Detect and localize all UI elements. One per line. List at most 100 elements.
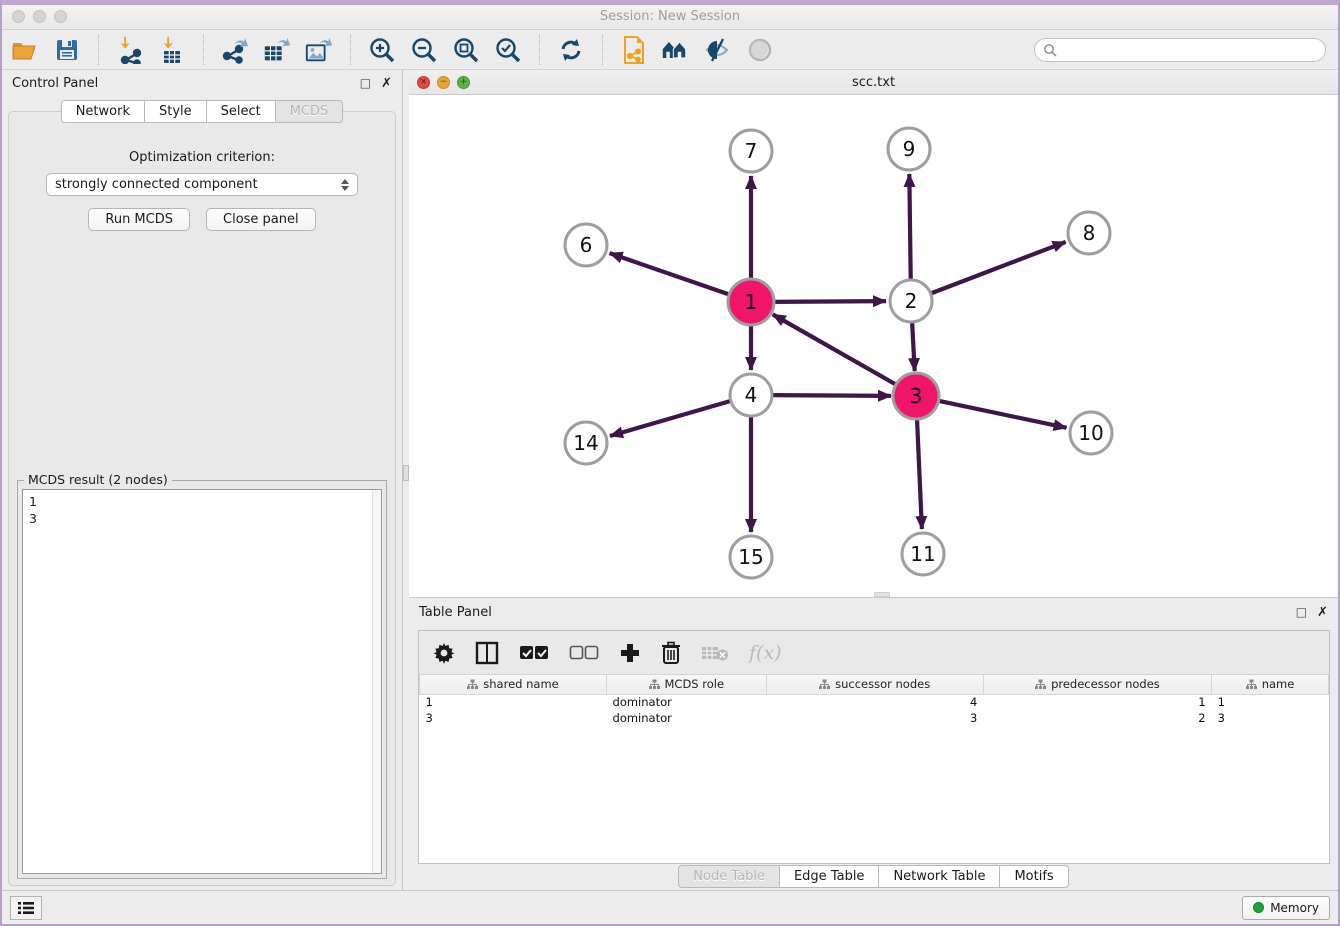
control-panel-title: Control Panel [12,76,360,91]
close-panel-icon[interactable]: ✗ [381,76,392,91]
table-tabs: Node TableEdge TableNetwork TableMotifs [409,865,1338,888]
network-canvas[interactable]: 7 9 6 8 1 2 4 3 14 10 15 11 [409,95,1338,597]
network-close-button[interactable]: × [417,76,430,89]
table-row[interactable]: 1dominator411 [420,694,1329,710]
node-14[interactable]: 14 [565,422,607,464]
edge-4-3[interactable] [771,395,891,396]
edge-2-3[interactable] [912,321,915,371]
table-cell[interactable]: 1 [420,694,607,710]
edge-1-6[interactable] [610,253,732,295]
application-window: Session: New Session [0,0,1340,926]
node-8[interactable]: 8 [1068,212,1110,254]
refresh-view-button[interactable] [556,35,586,65]
save-session-button[interactable] [52,35,82,65]
edge-3-1[interactable] [773,314,899,386]
toolbar-separator [98,35,99,65]
table-settings-button[interactable] [433,642,455,664]
tab-network-table[interactable]: Network Table [878,865,999,888]
panel-splitter[interactable] [402,70,409,892]
edge-4-14[interactable] [610,401,732,436]
import-table-button[interactable] [157,35,187,65]
hide-selected-button[interactable] [703,35,733,65]
result-scrollbar[interactable] [372,490,381,873]
node-10[interactable]: 10 [1070,412,1112,454]
export-table-button[interactable] [262,35,292,65]
control-panel-header: Control Panel □ ✗ [2,70,402,96]
zoom-selected-button[interactable] [493,35,523,65]
mcds-result-list[interactable]: 13 [22,489,382,874]
right-column: × − + scc.txt 7968124314101511 Table Pan… [409,70,1338,892]
search-input[interactable] [1063,43,1317,57]
import-network-button[interactable] [115,35,145,65]
show-all-button[interactable] [745,35,775,65]
optimization-criterion-label: Optimization criterion: [9,150,395,165]
node-3[interactable]: 3 [893,373,939,419]
new-network-from-selection-button[interactable] [619,35,649,65]
tab-mcds[interactable]: MCDS [275,100,344,123]
edge-1-2[interactable] [771,301,886,302]
table-cell[interactable]: dominator [607,710,767,726]
node-7[interactable]: 7 [730,130,772,172]
column-header-shared-name[interactable]: shared name [420,675,607,694]
table-cell[interactable]: 2 [983,710,1211,726]
table-cell[interactable]: 3 [766,710,983,726]
node-4[interactable]: 4 [730,374,772,416]
node-1[interactable]: 1 [728,279,774,325]
tab-motifs[interactable]: Motifs [999,865,1068,888]
table-panel-title: Table Panel [419,605,1296,620]
zoom-out-button[interactable] [409,35,439,65]
column-header-predecessor-nodes[interactable]: predecessor nodes [983,675,1211,694]
close-panel-button[interactable]: Close panel [206,208,316,231]
table-cell[interactable]: 1 [1212,694,1329,710]
column-layout-button[interactable] [475,641,499,665]
table-cell[interactable]: 4 [766,694,983,710]
fit-content-button[interactable] [451,35,481,65]
float-panel-icon[interactable]: □ [360,76,371,91]
network-minimize-button[interactable]: − [437,76,450,89]
node-label: 6 [580,233,593,257]
mcds-result-line: 1 [29,493,375,510]
close-table-panel-icon[interactable]: ✗ [1317,605,1328,620]
table-cell[interactable]: 3 [1212,710,1329,726]
node-11[interactable]: 11 [902,533,944,575]
network-maximize-button[interactable]: + [457,76,470,89]
node-15[interactable]: 15 [730,536,772,578]
zoom-in-button[interactable] [367,35,397,65]
tab-edge-table[interactable]: Edge Table [779,865,878,888]
tab-select[interactable]: Select [206,100,275,123]
run-mcds-button[interactable]: Run MCDS [88,208,190,231]
table-cell[interactable]: dominator [607,694,767,710]
tab-style[interactable]: Style [144,100,206,123]
tab-node-table[interactable]: Node Table [678,865,779,888]
node-2[interactable]: 2 [890,280,932,322]
main-toolbar [2,30,1338,70]
show-panels-button[interactable] [10,896,42,920]
table-cell[interactable]: 3 [420,710,607,726]
table-row[interactable]: 3dominator323 [420,710,1329,726]
delete-column-button[interactable] [661,641,681,665]
main-area: Control Panel □ ✗ NetworkStyleSelectMCDS… [2,70,1338,892]
column-header-successor-nodes[interactable]: successor nodes [766,675,983,694]
memory-button[interactable]: Memory [1242,896,1330,920]
export-image-button[interactable] [304,35,334,65]
add-column-button[interactable] [619,642,641,664]
select-all-checkboxes-button[interactable] [519,645,549,661]
search-box[interactable] [1034,38,1326,62]
edge-3-11[interactable] [917,416,922,529]
node-label: 14 [573,431,598,455]
open-session-button[interactable] [10,35,40,65]
table-cell[interactable]: 1 [983,694,1211,710]
edge-3-10[interactable] [936,400,1067,428]
optimization-criterion-select[interactable]: strongly connected component [46,173,358,196]
column-header-MCDS-role[interactable]: MCDS role [607,675,767,694]
deselect-all-checkboxes-button[interactable] [569,645,599,661]
node-6[interactable]: 6 [565,224,607,266]
float-table-panel-icon[interactable]: □ [1296,605,1307,620]
edge-2-9[interactable] [909,174,910,281]
column-header-name[interactable]: name [1212,675,1329,694]
node-9[interactable]: 9 [888,128,930,170]
export-network-button[interactable] [220,35,250,65]
tab-network[interactable]: Network [61,100,144,123]
first-neighbors-button[interactable] [661,35,691,65]
edge-2-8[interactable] [930,242,1066,294]
